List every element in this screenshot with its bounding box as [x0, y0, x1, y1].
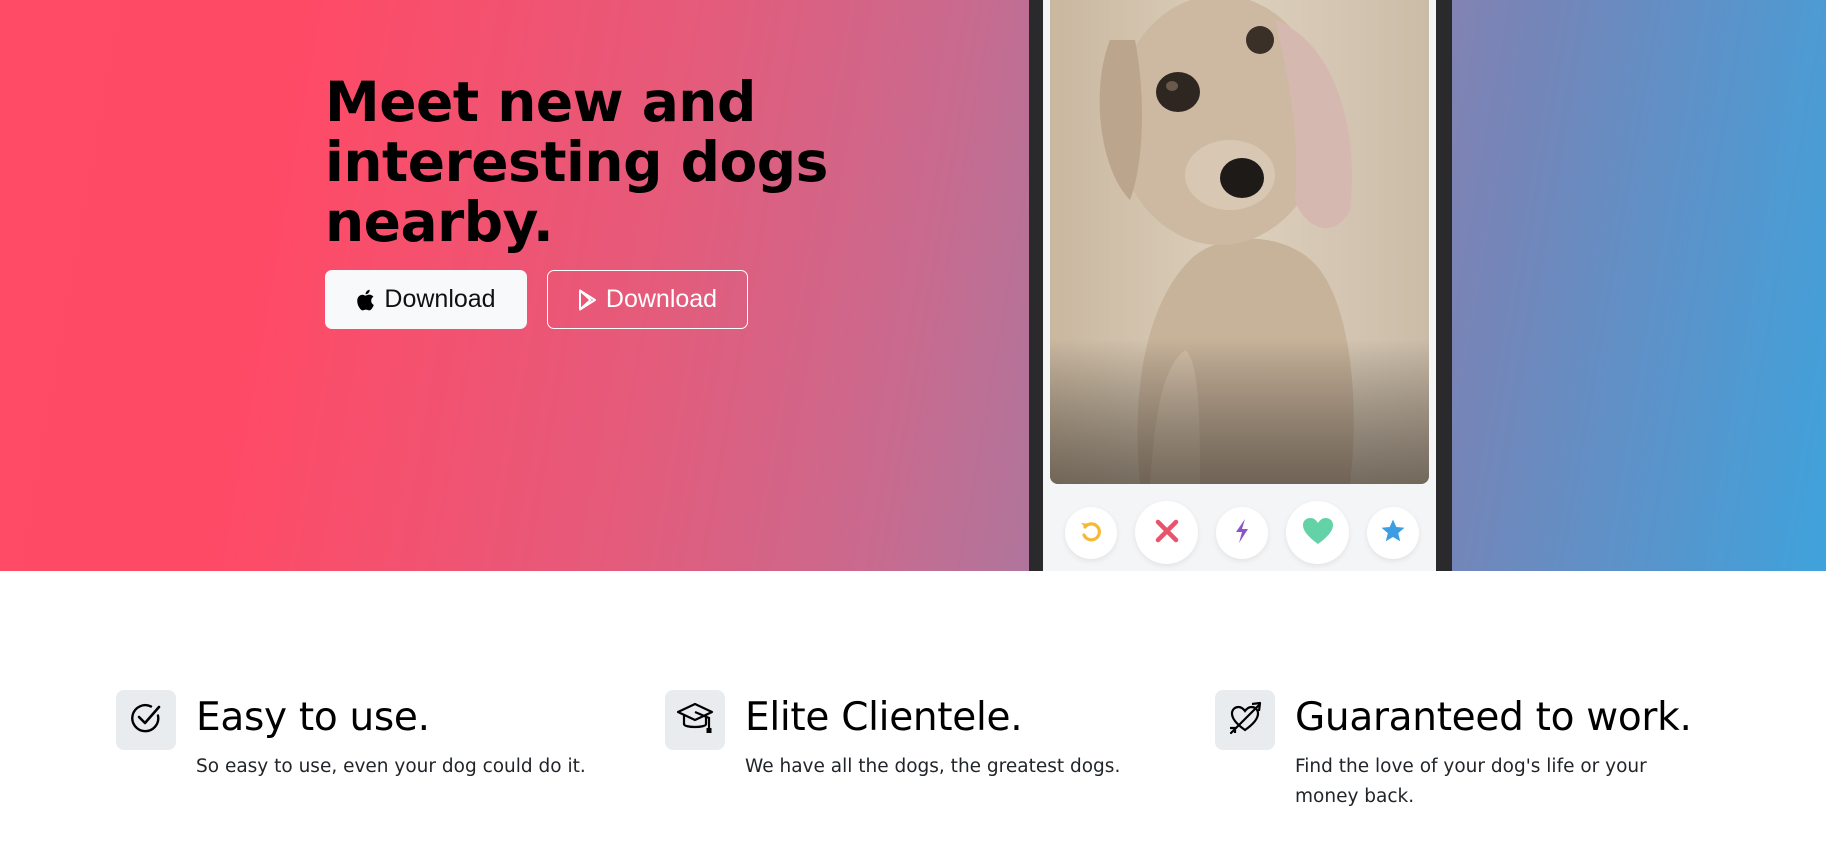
- feature-title: Guaranteed to work.: [1295, 695, 1692, 740]
- bolt-icon: [1232, 518, 1252, 548]
- app-store-download-button[interactable]: Download: [325, 270, 527, 329]
- star-icon: [1380, 518, 1406, 548]
- google-play-download-label: Download: [605, 285, 718, 313]
- apple-icon: [356, 289, 376, 311]
- rewind-button[interactable]: [1065, 507, 1117, 559]
- undo-icon: [1078, 518, 1104, 548]
- heart-icon: [1302, 517, 1334, 549]
- heart-arrow-icon: [1227, 700, 1263, 740]
- feature-title: Elite Clientele.: [745, 695, 1023, 740]
- super-like-button[interactable]: [1367, 507, 1419, 559]
- google-play-icon: [578, 289, 598, 311]
- boost-button[interactable]: [1216, 507, 1268, 559]
- app-store-download-label: Download: [384, 285, 496, 313]
- feature-title: Easy to use.: [196, 695, 430, 740]
- feature-icon-box: [116, 690, 176, 750]
- hero-headline: Meet new and interesting dogs nearby.: [325, 70, 828, 254]
- feature-description: So easy to use, even your dog could do i…: [196, 756, 586, 777]
- like-button[interactable]: [1286, 501, 1349, 564]
- phone-screen: [1043, 0, 1436, 571]
- feature-description: Find the love of your dog's life or your…: [1295, 756, 1647, 807]
- swipe-actions: [1043, 500, 1436, 564]
- features-section: Easy to use. So easy to use, even your d…: [0, 571, 1826, 850]
- phone-mockup: [1029, 0, 1452, 571]
- google-play-download-button[interactable]: Download: [547, 270, 748, 329]
- graduation-cap-icon: [676, 701, 714, 739]
- dog-profile-photo: [1050, 0, 1429, 484]
- hero-section: Meet new and interesting dogs nearby. Do…: [0, 0, 1826, 571]
- feature-icon-box: [665, 690, 725, 750]
- check-circle-icon: [129, 701, 163, 739]
- dog-illustration: [1050, 0, 1429, 484]
- close-icon: [1153, 517, 1181, 549]
- nope-button[interactable]: [1135, 501, 1198, 564]
- feature-icon-box: [1215, 690, 1275, 750]
- feature-description: We have all the dogs, the greatest dogs.: [745, 756, 1121, 777]
